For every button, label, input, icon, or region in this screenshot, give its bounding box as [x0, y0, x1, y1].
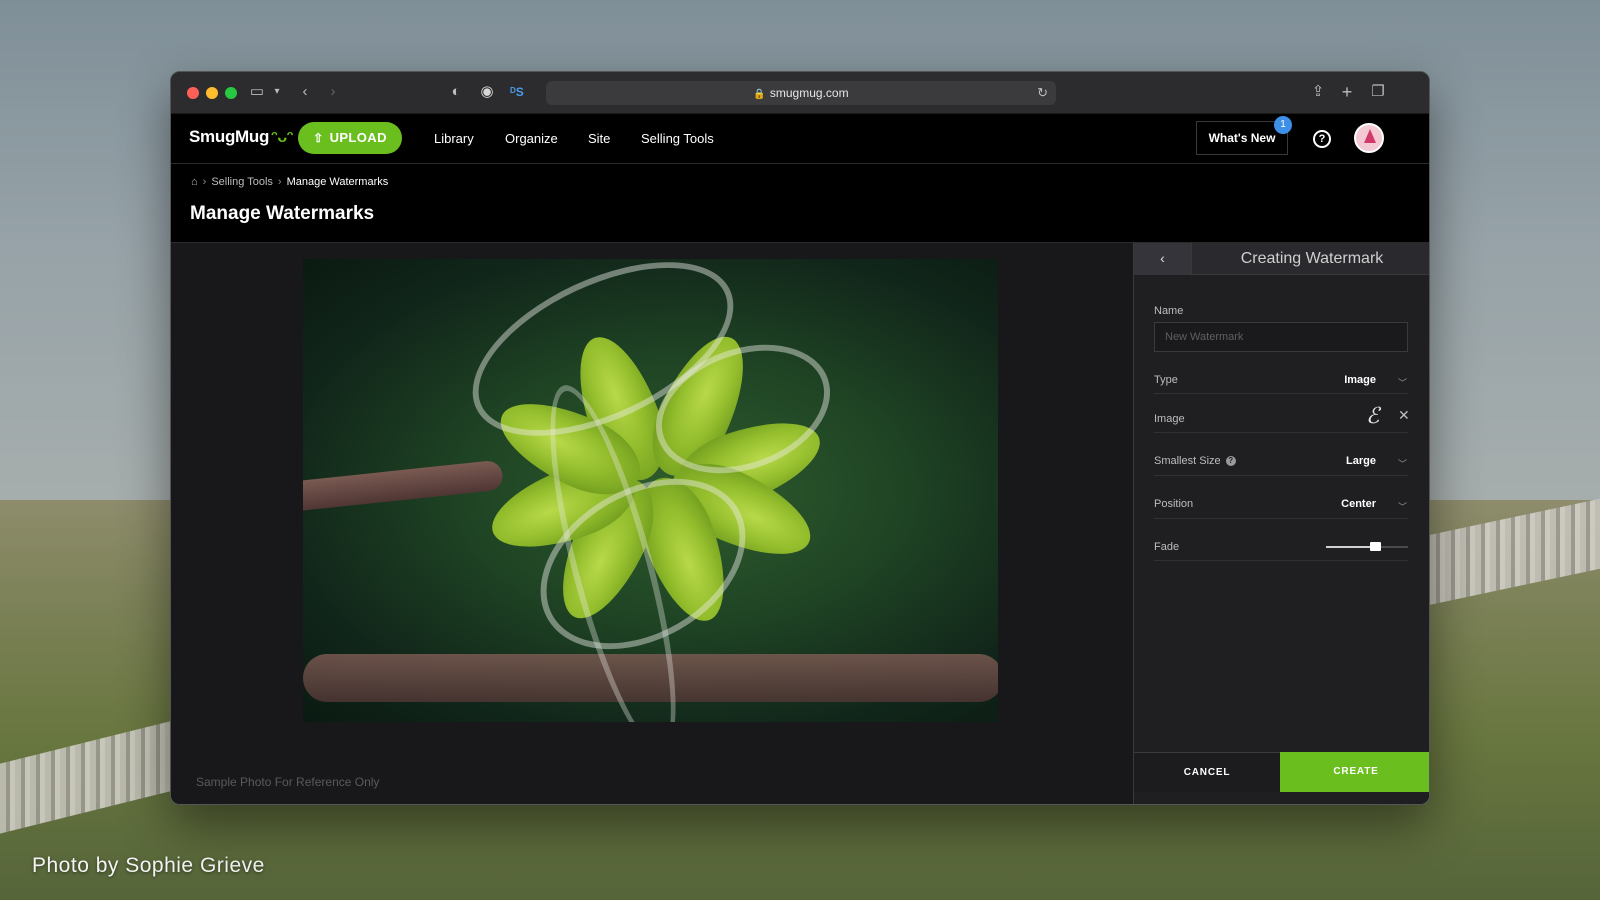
- info-icon[interactable]: ?: [1226, 456, 1236, 466]
- row-divider: [1154, 518, 1408, 519]
- extension-icon[interactable]: ◉: [477, 82, 497, 102]
- address-bar[interactable]: 🔒 smugmug.com ↻: [546, 81, 1056, 105]
- breadcrumb-separator-icon: ›: [278, 176, 282, 188]
- watermark-name-input[interactable]: [1154, 322, 1408, 352]
- photo-credit: Photo by Sophie Grieve: [32, 854, 265, 878]
- close-window-button[interactable]: [187, 87, 199, 99]
- remove-image-icon[interactable]: ✕: [1398, 407, 1410, 424]
- type-label: Type: [1154, 374, 1178, 386]
- page-title: Manage Watermarks: [190, 203, 374, 225]
- home-icon[interactable]: ⌂: [191, 176, 198, 188]
- share-icon[interactable]: ⇪: [1308, 82, 1328, 102]
- nav-site[interactable]: Site: [588, 131, 610, 146]
- fade-slider-fill: [1326, 546, 1376, 548]
- tab-overview-icon[interactable]: ❐: [1368, 82, 1388, 102]
- back-arrow-icon[interactable]: ‹: [295, 82, 315, 102]
- avatar[interactable]: [1354, 123, 1384, 153]
- chevron-down-icon[interactable]: ﹀: [1398, 500, 1407, 513]
- panel-title: Creating Watermark: [1192, 243, 1430, 275]
- smugmug-logo[interactable]: SmugMugᵔᴗᵔ: [189, 127, 293, 147]
- smugmug-smile-icon: ᵔᴗᵔ: [271, 129, 293, 146]
- photo-branch: [303, 460, 504, 513]
- sidebar-toggle-icon[interactable]: ▭: [247, 82, 267, 102]
- privacy-shield-icon[interactable]: ◐: [446, 82, 466, 102]
- panel-header: ‹ Creating Watermark: [1134, 243, 1430, 275]
- breadcrumb-separator-icon: ›: [203, 176, 207, 188]
- forward-arrow-icon[interactable]: ›: [323, 82, 343, 102]
- browser-window: ▭ ▾ ‹ › ◐ ◉ ᴰS 🔒 smugmug.com ↻ ⇪ + ❐ Smug…: [170, 71, 1430, 805]
- browser-toolbar: ▭ ▾ ‹ › ◐ ◉ ᴰS 🔒 smugmug.com ↻ ⇪ + ❐: [171, 72, 1430, 114]
- row-divider: [1154, 475, 1408, 476]
- position-label: Position: [1154, 498, 1193, 510]
- upload-icon: ⇧: [313, 131, 323, 145]
- breadcrumb: ⌂ › Selling Tools › Manage Watermarks: [191, 176, 388, 188]
- chevron-down-icon[interactable]: ﹀: [1398, 376, 1407, 389]
- cancel-button[interactable]: CANCEL: [1134, 752, 1280, 792]
- create-button[interactable]: CREATE: [1280, 752, 1430, 792]
- smallest-size-text: Smallest Size: [1154, 455, 1221, 467]
- new-tab-icon[interactable]: +: [1337, 82, 1357, 102]
- position-select[interactable]: Center: [1294, 498, 1376, 510]
- zoom-window-button[interactable]: [225, 87, 237, 99]
- row-divider: [1154, 432, 1408, 433]
- lock-icon: 🔒: [753, 89, 765, 100]
- watermark-preview-area: Sample Photo For Reference Only: [171, 243, 1133, 805]
- notification-badge: 1: [1274, 116, 1292, 134]
- back-button[interactable]: ‹: [1134, 243, 1192, 275]
- avatar-logo-icon: [1364, 129, 1376, 143]
- chevron-left-icon: ‹: [1160, 250, 1165, 266]
- nav-library[interactable]: Library: [434, 131, 474, 146]
- sample-photo: [303, 259, 998, 722]
- row-divider: [1154, 393, 1408, 394]
- watermark-image-thumbnail[interactable]: ℰ: [1366, 404, 1379, 429]
- fade-label: Fade: [1154, 541, 1179, 553]
- app-navbar: SmugMugᵔᴗᵔ ⇧ UPLOAD Library Organize Site…: [171, 114, 1430, 164]
- nav-organize[interactable]: Organize: [505, 131, 558, 146]
- sample-photo-note: Sample Photo For Reference Only: [196, 775, 379, 789]
- chevron-down-icon[interactable]: ▾: [267, 82, 287, 102]
- help-icon[interactable]: ?: [1313, 130, 1331, 148]
- name-label: Name: [1154, 305, 1183, 317]
- logo-text: SmugMug: [189, 127, 269, 146]
- type-select[interactable]: Image: [1314, 374, 1376, 386]
- upload-button[interactable]: ⇧ UPLOAD: [298, 122, 402, 154]
- nav-selling-tools[interactable]: Selling Tools: [641, 131, 714, 146]
- row-divider: [1154, 560, 1408, 561]
- fade-slider-handle[interactable]: [1370, 542, 1381, 551]
- reload-icon[interactable]: ↻: [1037, 81, 1048, 105]
- breadcrumb-current: Manage Watermarks: [287, 176, 389, 188]
- image-label: Image: [1154, 413, 1185, 425]
- chevron-down-icon[interactable]: ﹀: [1398, 457, 1407, 470]
- smallest-size-label: Smallest Size?: [1154, 455, 1236, 467]
- watermark-settings-panel: ‹ Creating Watermark Name Type Image ﹀ I…: [1133, 243, 1430, 805]
- fade-slider[interactable]: [1326, 546, 1408, 548]
- breadcrumb-selling-tools[interactable]: Selling Tools: [211, 176, 273, 188]
- extension-ds-icon[interactable]: ᴰS: [507, 82, 527, 102]
- upload-label: UPLOAD: [330, 130, 387, 145]
- minimize-window-button[interactable]: [206, 87, 218, 99]
- url-text: smugmug.com: [770, 86, 849, 100]
- smallest-size-select[interactable]: Large: [1314, 455, 1376, 467]
